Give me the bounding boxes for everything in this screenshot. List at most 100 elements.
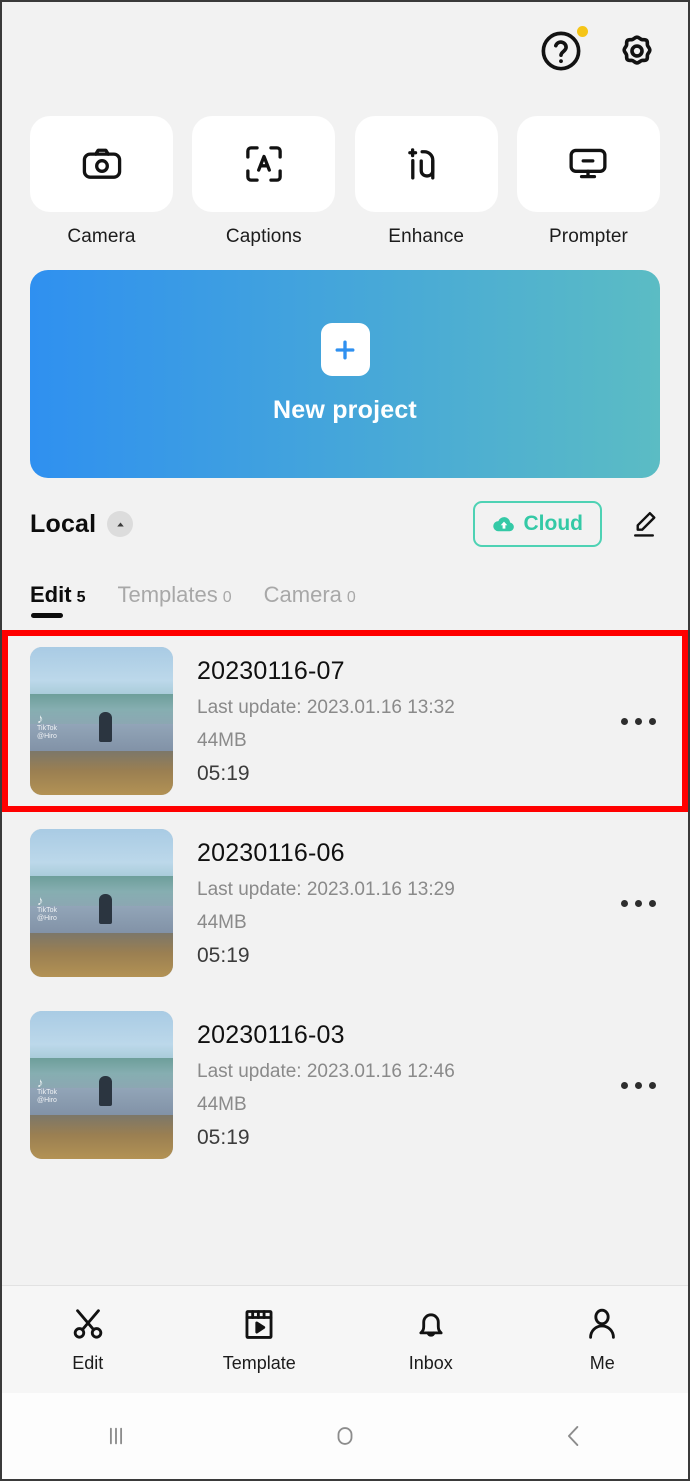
tab-camera[interactable]: Camera 0 bbox=[264, 582, 356, 620]
nav-item-me[interactable]: Me bbox=[517, 1305, 689, 1374]
android-system-bar bbox=[2, 1393, 688, 1479]
project-size: 44MB bbox=[197, 911, 247, 933]
plus-icon bbox=[335, 340, 355, 359]
more-horizontal-icon bbox=[649, 1081, 656, 1089]
tile-enhance-surface[interactable] bbox=[354, 116, 498, 212]
more-horizontal-icon bbox=[635, 899, 642, 907]
library-header: Local Cloud bbox=[2, 484, 688, 564]
tile-camera-label: Camera bbox=[67, 226, 136, 247]
more-horizontal-icon bbox=[635, 1081, 642, 1089]
tab-edit[interactable]: Edit 5 bbox=[30, 582, 85, 620]
watermark-line2: @Hiro bbox=[37, 915, 57, 923]
scissors-icon bbox=[73, 1309, 102, 1339]
app-screen: Camera Captions Enhance Prompter New pro… bbox=[0, 0, 690, 1481]
nav-item-inbox[interactable]: Inbox bbox=[345, 1305, 517, 1374]
project-thumbnail[interactable]: ♪ TikTok @Hiro bbox=[30, 829, 173, 977]
edit-library-button[interactable] bbox=[628, 508, 660, 540]
library-title: Local bbox=[30, 509, 97, 538]
help-circle-icon bbox=[541, 31, 581, 71]
thumb-sand bbox=[30, 1114, 173, 1159]
new-project-button[interactable]: New project bbox=[30, 270, 660, 478]
more-horizontal-icon bbox=[649, 899, 656, 907]
project-thumbnail[interactable]: ♪ TikTok @Hiro bbox=[30, 647, 173, 795]
chevron-up-icon bbox=[117, 522, 124, 526]
back-icon bbox=[567, 1426, 578, 1446]
tab-camera-label: Camera bbox=[263, 582, 342, 607]
feature-tiles: Camera Captions Enhance Prompter bbox=[2, 116, 688, 248]
table-row[interactable]: ♪ TikTok @Hiro 20230116-07 Last update: … bbox=[2, 630, 688, 812]
tile-camera[interactable]: Camera bbox=[30, 116, 173, 248]
library-collapse-button[interactable] bbox=[107, 511, 134, 537]
project-duration: 05:19 bbox=[197, 943, 250, 967]
recents-icon bbox=[110, 1427, 123, 1445]
recents-button[interactable] bbox=[2, 1419, 231, 1453]
watermark-line2: @Hiro bbox=[37, 1097, 57, 1105]
project-title: 20230116-03 bbox=[197, 1020, 345, 1049]
help-badge-dot bbox=[577, 26, 588, 37]
cloud-button[interactable]: Cloud bbox=[472, 501, 602, 547]
project-more-button[interactable] bbox=[617, 890, 660, 917]
more-horizontal-icon bbox=[649, 717, 656, 725]
project-thumbnail[interactable]: ♪ TikTok @Hiro bbox=[30, 1011, 173, 1159]
table-row[interactable]: ♪ TikTok @Hiro 20230116-06 Last update: … bbox=[2, 812, 688, 994]
person-icon bbox=[589, 1308, 616, 1339]
thumb-subject bbox=[98, 712, 112, 743]
tile-prompter[interactable]: Prompter bbox=[516, 116, 660, 248]
thumb-subject bbox=[98, 1076, 112, 1107]
nav-item-template[interactable]: Template bbox=[174, 1305, 346, 1374]
nav-item-template-label: Template bbox=[222, 1353, 296, 1373]
watermark-line1: TikTok bbox=[37, 907, 57, 915]
home-icon bbox=[337, 1427, 353, 1445]
nav-item-edit-label: Edit bbox=[72, 1353, 104, 1373]
thumb-sand bbox=[30, 932, 173, 977]
settings-button[interactable] bbox=[614, 28, 660, 74]
tab-templates-label: Templates bbox=[117, 582, 218, 607]
captions-icon bbox=[246, 146, 282, 182]
tab-templates[interactable]: Templates 0 bbox=[117, 582, 231, 620]
watermark-line1: TikTok bbox=[37, 725, 57, 733]
project-title: 20230116-07 bbox=[197, 656, 345, 685]
project-info: 20230116-06 Last update: 2023.01.16 13:2… bbox=[197, 839, 617, 968]
tile-camera-surface[interactable] bbox=[30, 116, 173, 212]
project-duration: 05:19 bbox=[197, 1125, 250, 1149]
thumb-sand bbox=[30, 750, 173, 795]
project-info: 20230116-03 Last update: 2023.01.16 12:4… bbox=[197, 1021, 617, 1150]
table-row[interactable]: ♪ TikTok @Hiro 20230116-03 Last update: … bbox=[2, 994, 688, 1176]
bell-icon bbox=[419, 1313, 443, 1337]
tab-templates-count: 0 bbox=[222, 589, 232, 606]
nav-item-me-label: Me bbox=[589, 1353, 615, 1373]
more-horizontal-icon bbox=[621, 1081, 628, 1089]
tile-captions-label: Captions bbox=[225, 226, 302, 247]
project-more-button[interactable] bbox=[617, 1072, 660, 1099]
watermark-line2: @Hiro bbox=[37, 733, 57, 741]
thumb-subject bbox=[98, 894, 112, 925]
project-title: 20230116-06 bbox=[197, 838, 345, 867]
project-more-button[interactable] bbox=[617, 708, 660, 735]
tile-captions-surface[interactable] bbox=[192, 116, 336, 212]
project-last-update: Last update: 2023.01.16 13:29 bbox=[197, 878, 455, 900]
library-tabs: Edit 5 Templates 0 Camera 0 bbox=[2, 564, 688, 620]
camera-icon bbox=[82, 148, 121, 179]
project-last-update: Last update: 2023.01.16 13:32 bbox=[197, 696, 455, 718]
tiktok-icon: ♪ TikTok @Hiro bbox=[37, 711, 57, 741]
home-button[interactable] bbox=[231, 1419, 460, 1453]
tiktok-icon: ♪ TikTok @Hiro bbox=[37, 893, 57, 923]
project-info: 20230116-07 Last update: 2023.01.16 13:3… bbox=[197, 657, 617, 786]
back-button[interactable] bbox=[459, 1419, 688, 1453]
enhance-icon bbox=[408, 148, 435, 180]
tile-prompter-surface[interactable] bbox=[516, 116, 660, 212]
nav-item-edit[interactable]: Edit bbox=[2, 1305, 174, 1374]
tiktok-icon: ♪ TikTok @Hiro bbox=[37, 1075, 57, 1105]
tile-enhance[interactable]: Enhance bbox=[354, 116, 498, 248]
tab-camera-count: 0 bbox=[346, 589, 356, 606]
tab-edit-count: 5 bbox=[76, 589, 86, 606]
tile-captions[interactable]: Captions bbox=[192, 116, 336, 248]
project-list: ♪ TikTok @Hiro 20230116-07 Last update: … bbox=[2, 630, 688, 1176]
prompter-icon bbox=[569, 148, 608, 179]
bottom-navigation: Edit Template Inbox Me bbox=[2, 1285, 688, 1393]
cloud-upload-icon bbox=[492, 517, 514, 532]
pencil-icon bbox=[634, 512, 656, 537]
help-button[interactable] bbox=[538, 26, 588, 74]
project-size: 44MB bbox=[197, 1093, 247, 1115]
project-last-update: Last update: 2023.01.16 12:46 bbox=[197, 1060, 455, 1082]
